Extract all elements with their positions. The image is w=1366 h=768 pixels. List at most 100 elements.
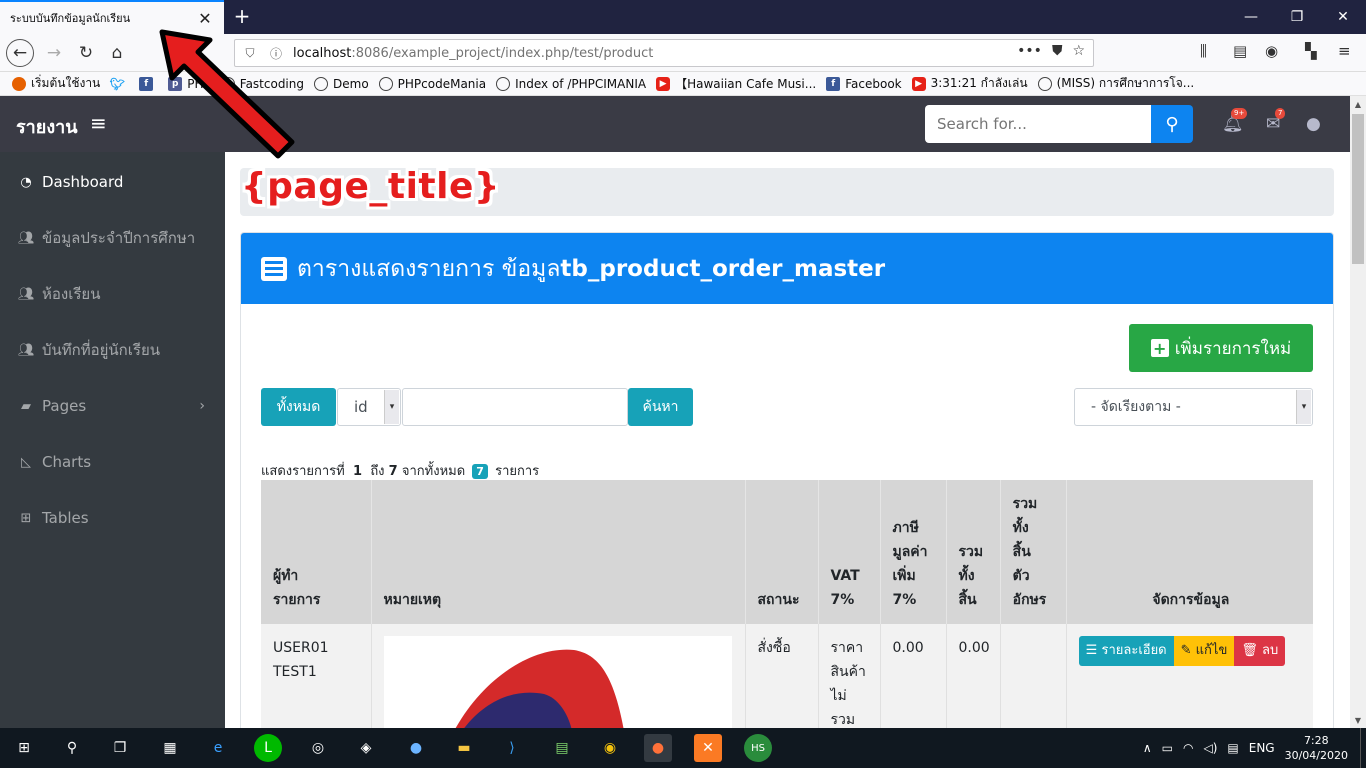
col-header-tax: ภาษี มูลค่า เพิ่ม 7% [879,480,946,624]
language-indicator[interactable]: ENG [1249,741,1275,755]
twitter-icon: 🐦︎ [109,76,125,91]
scroll-up-icon[interactable]: ▲ [1350,96,1366,112]
message-icon[interactable]: ▤ [1227,741,1238,755]
sidebar-item-classroom[interactable]: 👥︎ ห้องเรียน [0,266,225,322]
library-icon[interactable]: ⫼ [1200,42,1207,60]
home-icon[interactable]: ⌂ [103,39,131,67]
windows-start-icon[interactable]: ⊞ [10,734,38,762]
pocket-icon[interactable]: ⛊ [1052,43,1063,59]
close-icon[interactable]: ✕ [196,9,214,28]
bookmark-label: เริ่มต้นใช้งาน [31,76,101,90]
detail-button[interactable]: ☰ รายละเอียด [1078,636,1174,666]
bell-icon[interactable]: 🔔︎ 9+ [1222,108,1248,134]
search-icon[interactable]: ⚲ [58,734,86,762]
add-new-button[interactable]: + เพิ่มรายการใหม่ [1129,324,1313,372]
app-icon[interactable]: ● [402,734,430,762]
reload-icon[interactable]: ↻ [72,39,100,67]
forward-icon[interactable]: → [40,39,68,67]
cell-user: USER01 TEST1 [261,624,371,728]
show-desktop-button[interactable] [1360,728,1366,768]
app-icon[interactable]: HS [744,734,772,762]
sidebar-item-dashboard[interactable]: ◔ Dashboard [0,154,225,210]
battery-icon[interactable]: ▭ [1162,741,1173,755]
bookmark-item[interactable]: f [139,76,158,91]
more-icon[interactable]: ••• [1017,43,1042,59]
chrome-icon[interactable]: ◉ [596,734,624,762]
wifi-icon[interactable]: ◠ [1183,741,1193,755]
sort-select[interactable]: - จัดเรียงตาม - ▾ [1074,388,1313,426]
bookmark-item[interactable]: ▶ 3:31:21 กำลังเล่น [911,74,1028,93]
restore-icon[interactable]: ❐ [1274,0,1320,34]
app-icon[interactable]: ◎ [304,734,332,762]
bookmark-item[interactable]: Fastcoding [220,76,304,91]
bookmark-item[interactable]: เริ่มต้นใช้งาน [12,74,100,93]
bookmark-item[interactable]: f Facebook [826,76,902,91]
volume-icon[interactable]: ◁) [1203,741,1217,755]
show-all-button[interactable]: ทั้งหมด [261,388,336,426]
edge-icon[interactable]: e [204,734,232,762]
sidebar-item-label: ข้อมูลประจำปีการศึกษา [42,229,196,247]
bookmark-item[interactable]: Index of /PHPCIMANIA [496,76,646,91]
line-icon[interactable]: L [254,734,282,762]
chevron-down-icon: ▾ [1296,390,1311,424]
user-avatar-icon[interactable]: ● [1306,114,1321,134]
sidebar-item-academic-year[interactable]: 👥︎ ข้อมูลประจำปีการศึกษา [0,210,225,266]
sidebar-toggle-icon[interactable]: ▤ [1233,42,1247,60]
app-icon[interactable]: ◈ [352,734,380,762]
info-icon[interactable]: ⓘ [267,44,285,62]
url-bar[interactable]: ⛉ ⓘ localhost:8086/example_project/index… [234,39,1094,67]
search-submit-button[interactable]: ค้นหา [628,388,693,426]
product-logo-graphic [455,649,623,728]
bookmark-item[interactable]: p PHP [168,76,211,91]
sidebar-item-tables[interactable]: ⊞ Tables [0,490,225,546]
vscode-icon[interactable]: ⟩ [498,734,526,762]
account-icon[interactable]: ◉ [1265,42,1278,60]
plus-square-icon: + [1150,339,1169,358]
url-path: :8086/example_project/index.php/test/pro… [351,45,654,61]
field-select[interactable]: id ▾ [337,388,401,426]
sidebar-item-pages[interactable]: ▰ Pages › [0,378,225,434]
menu-icon[interactable]: ≡ [1338,42,1351,60]
bookmark-item[interactable]: ▶ 【Hawaiian Cafe Musi... [656,75,816,92]
calculator-icon[interactable]: ▦ [156,734,184,762]
xampp-icon[interactable]: ✕ [694,734,722,762]
search-icon: ⚲ [1165,113,1179,135]
task-view-icon[interactable]: ❐ [106,734,134,762]
bookmark-star-icon[interactable]: ☆ [1072,43,1085,59]
scroll-down-icon[interactable]: ▼ [1350,712,1366,728]
search-button[interactable]: ⚲ [1151,105,1193,143]
page-scrollbar[interactable]: ▲ ▼ [1350,96,1366,728]
hamburger-icon[interactable]: ≡ [90,111,107,135]
extensions-icon[interactable]: ▚ [1305,42,1317,60]
firefox-icon[interactable]: ● [644,734,672,762]
window-close-icon[interactable]: ✕ [1320,0,1366,34]
envelope-icon[interactable]: ✉ 7 [1266,108,1286,134]
browser-tab[interactable]: ระบบบันทึกข้อมูลนักเรียน ✕ [0,0,224,34]
sidebar: ◔ Dashboard 👥︎ ข้อมูลประจำปีการศึกษา 👥︎ … [0,152,225,728]
bookmark-item[interactable]: (MISS) การศึกษาการโจ... [1037,74,1194,93]
notepad-icon[interactable]: ▤ [548,734,576,762]
table-header-row: ผู้ทำ รายการ หมายเหตุ สถานะ VAT 7% ภาษี … [261,480,1313,624]
tab-title: ระบบบันทึกข้อมูลนักเรียน [10,12,131,25]
brand-title[interactable]: รายงาน [16,112,78,141]
back-icon[interactable]: ← [6,39,34,67]
youtube-icon: ▶ [911,76,926,91]
bookmark-item[interactable]: Demo [314,76,369,91]
new-tab-icon[interactable]: + [228,2,256,30]
scroll-thumb[interactable] [1352,114,1364,264]
file-explorer-icon[interactable]: ▬ [450,734,478,762]
clock[interactable]: 7:28 30/04/2020 [1285,733,1348,763]
sidebar-item-charts[interactable]: ◺ Charts [0,434,225,490]
bookmark-item[interactable]: PHPcodeMania [378,76,486,91]
product-image[interactable] [383,636,732,728]
minimize-icon[interactable]: — [1228,0,1274,34]
edit-button[interactable]: ✎ แก้ไข [1173,636,1235,666]
bookmark-item[interactable]: 🐦︎ [110,77,129,91]
sidebar-item-student-address[interactable]: 👥︎ บันทึกที่อยู่นักเรียน [0,322,225,378]
delete-button[interactable]: 🗑︎ ลบ [1234,636,1286,666]
chevron-up-icon[interactable]: ∧ [1143,741,1152,755]
folder-icon: ▰ [21,398,31,414]
search-input[interactable] [925,105,1151,143]
shield-icon[interactable]: ⛉ [241,44,259,62]
keyword-input[interactable] [402,388,628,426]
